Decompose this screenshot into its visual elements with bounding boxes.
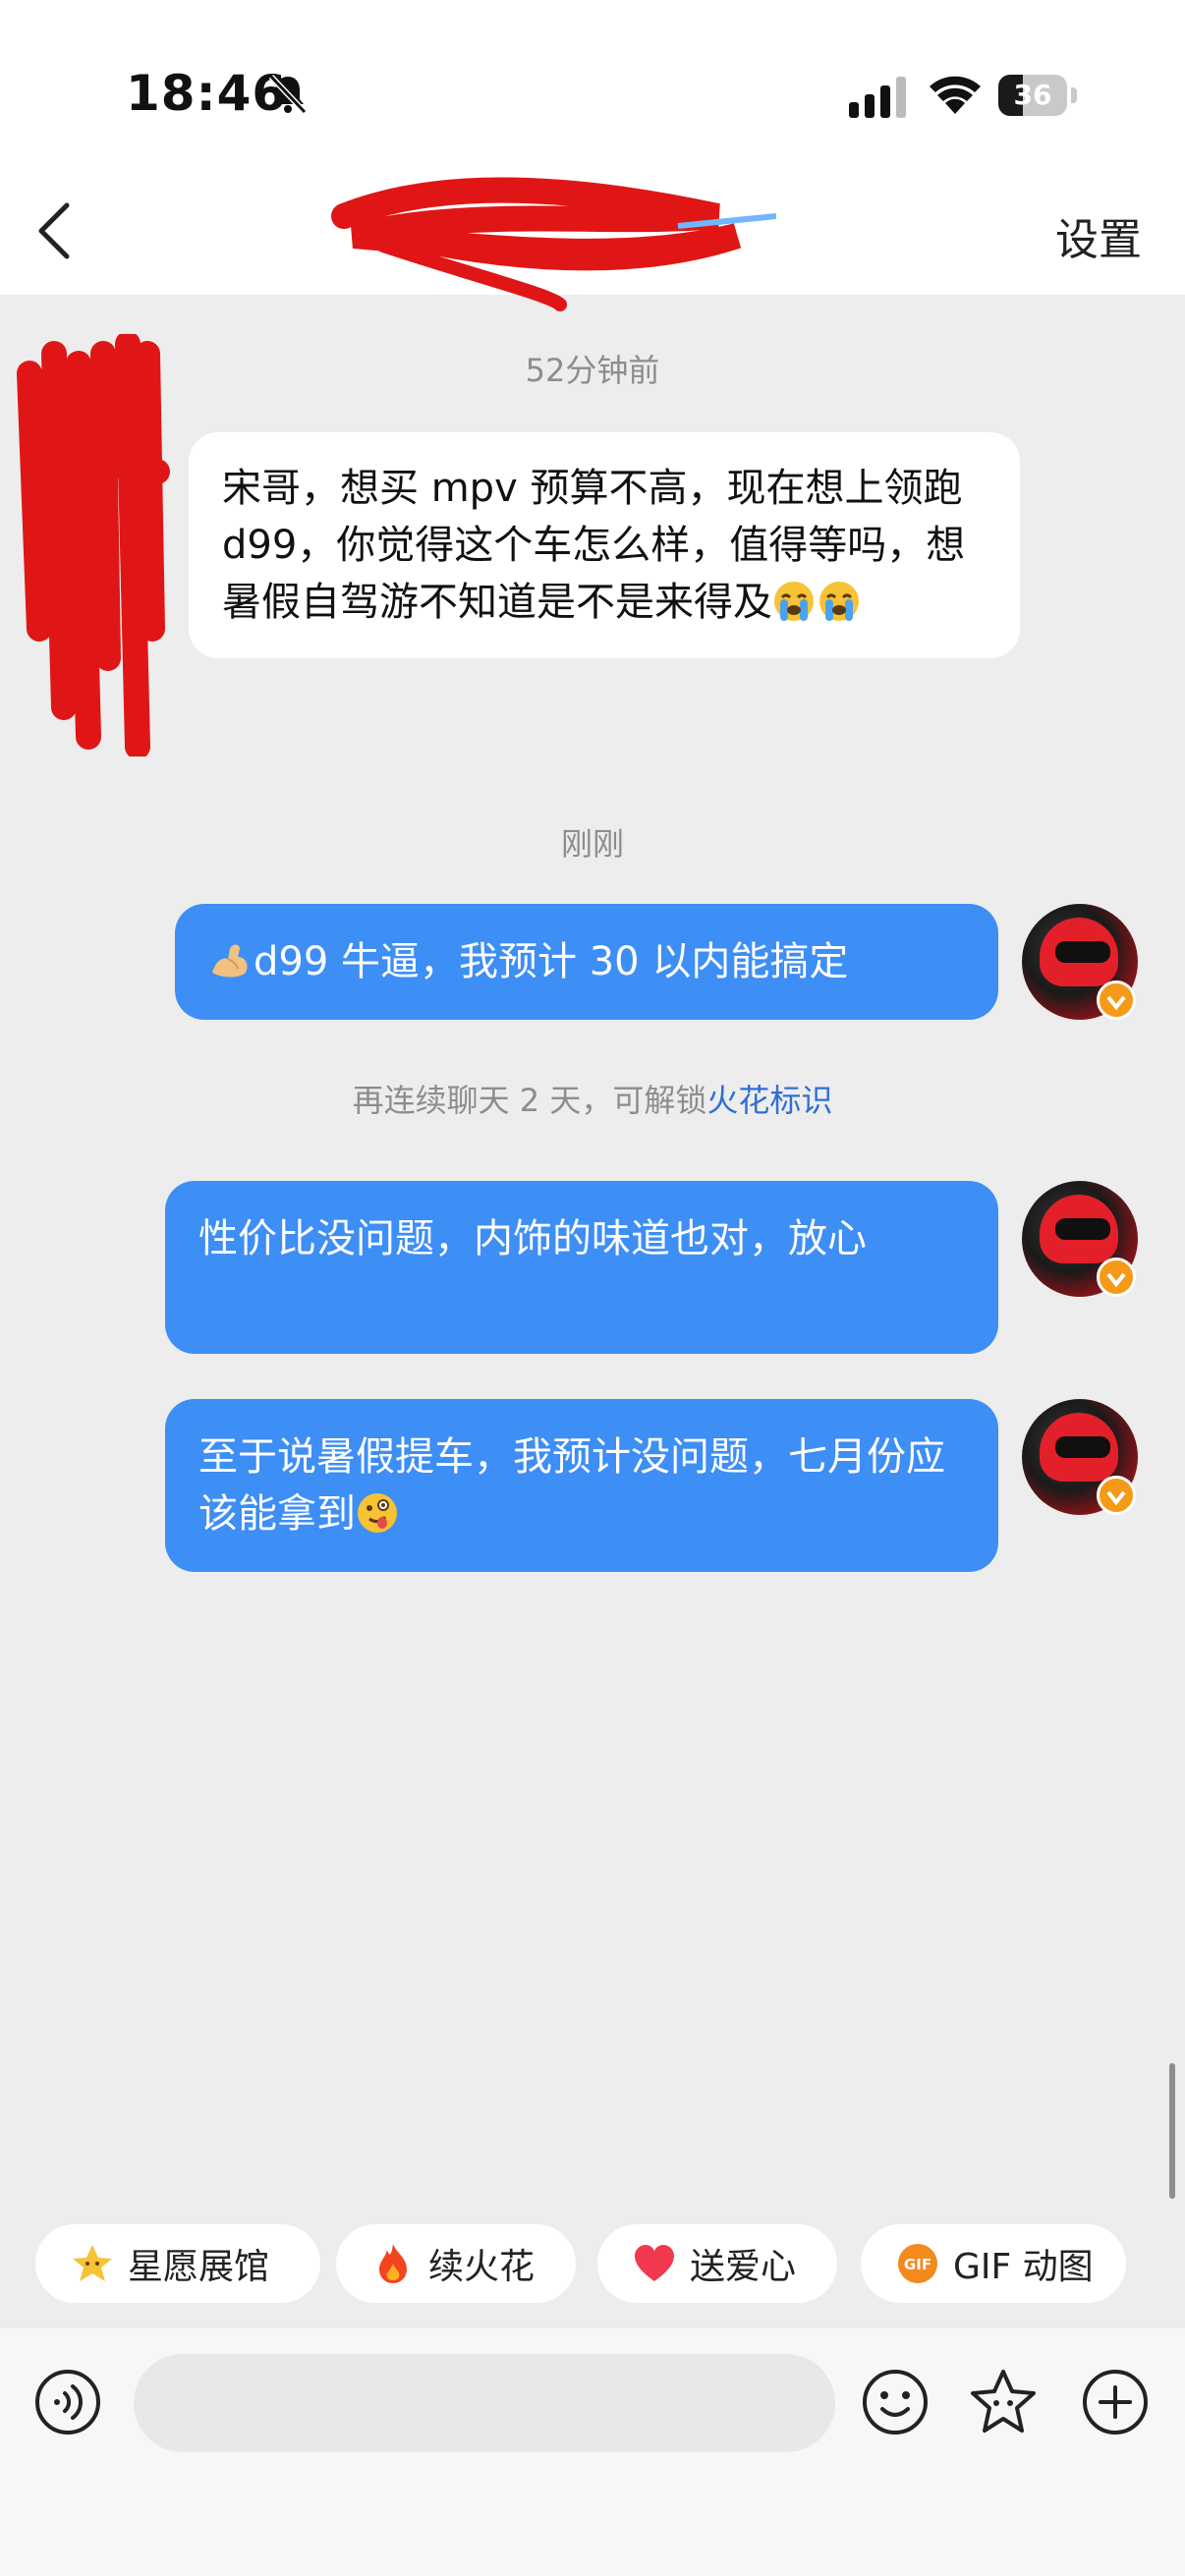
outgoing-message-text: 至于说暑假提车，我预计没问题，七月份应该能拿到 [198, 1434, 945, 1537]
status-time: 18:46 [126, 65, 288, 122]
outgoing-message-text: d99 牛逼，我预计 30 以内能搞定 [254, 939, 849, 984]
flame-icon [379, 2244, 407, 2283]
battery-level: 36 [1013, 79, 1052, 111]
redaction-scribble [17, 334, 170, 756]
svg-text:GIF: GIF [904, 2256, 931, 2273]
outgoing-message-text: 性价比没问题，内饰的味道也对，放心 [198, 1216, 867, 1261]
spark-unlock-notice: 再连续聊天 2 天，可解锁火花标识 [0, 1076, 1185, 1121]
quick-action-continue-spark[interactable]: 续火花 [336, 2224, 576, 2303]
tongue-face-emoji-icon [358, 1493, 397, 1533]
quick-action-send-heart[interactable]: 送爱心 [597, 2224, 837, 2303]
heart-icon [635, 2245, 674, 2281]
crying-face-emoji-icon [774, 582, 814, 621]
message-timestamp: 刚刚 [560, 825, 624, 863]
battery-indicator: 36 [998, 75, 1079, 116]
add-attachment-icon[interactable] [1081, 2368, 1150, 2436]
spark-badge-link[interactable]: 火花标识 [706, 1082, 832, 1119]
flexed-biceps-emoji-icon [212, 944, 248, 978]
gif-icon: GIF [898, 2244, 937, 2283]
star-sticker-icon[interactable] [967, 2366, 1040, 2438]
cellular-signal-icon [849, 77, 906, 118]
emoji-picker-icon[interactable] [861, 2368, 930, 2436]
verified-badge-icon [1097, 980, 1136, 1020]
chip-label: 送爱心 [690, 2247, 797, 2287]
outgoing-message-bubble[interactable]: d99 牛逼，我预计 30 以内能搞定 [175, 904, 998, 1020]
verified-badge-icon [1097, 1476, 1136, 1515]
wifi-icon [930, 76, 981, 114]
verified-badge-icon [1097, 1258, 1136, 1297]
message-timestamp: 52分钟前 [525, 352, 660, 389]
chip-label: 星愿展馆 [128, 2247, 270, 2287]
incoming-message-bubble[interactable]: 宋哥，想买 mpv 预算不高，现在想上领跑 d99，你觉得这个车怎么样，值得等吗… [189, 432, 1020, 658]
chip-label: GIF 动图 [953, 2247, 1094, 2287]
back-arrow-icon[interactable] [33, 201, 77, 260]
settings-button[interactable]: 设置 [1055, 204, 1142, 267]
scrollbar[interactable] [1169, 2063, 1175, 2199]
outgoing-message-bubble[interactable]: 至于说暑假提车，我预计没问题，七月份应该能拿到 [165, 1399, 998, 1572]
redaction-scribble [331, 177, 776, 311]
star-icon [73, 2245, 112, 2281]
quick-action-gif[interactable]: GIF GIF 动图 [861, 2224, 1126, 2303]
notice-text: 再连续聊天 2 天，可解锁 [352, 1082, 707, 1119]
quick-action-star-gallery[interactable]: 星愿展馆 [35, 2224, 320, 2303]
voice-input-icon[interactable] [33, 2368, 102, 2436]
bell-muted-icon [268, 74, 308, 115]
crying-face-emoji-icon [819, 582, 859, 621]
outgoing-message-bubble[interactable]: 性价比没问题，内饰的味道也对，放心 [165, 1181, 998, 1354]
chip-label: 续火花 [428, 2247, 536, 2287]
message-input[interactable] [134, 2354, 835, 2452]
